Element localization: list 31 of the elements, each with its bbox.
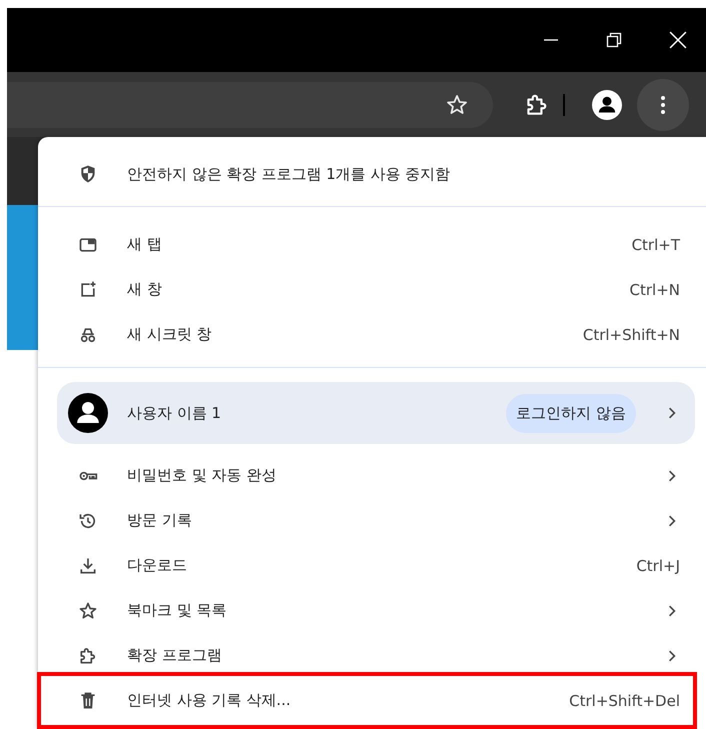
chevron-right-icon	[668, 514, 676, 528]
shortcut-label: Ctrl+Shift+N	[582, 326, 680, 344]
menu-item[interactable]: 방문 기록	[38, 498, 706, 543]
menu-icon	[660, 94, 666, 114]
shortcut-label: Ctrl+N	[630, 280, 680, 298]
star-icon	[78, 600, 98, 620]
shortcut-label: Ctrl+Shift+Del	[569, 692, 680, 710]
restore-icon[interactable]	[606, 32, 622, 48]
shortcut-label: Ctrl+T	[632, 236, 680, 254]
menu-item[interactable]: 새 시크릿 창 Ctrl+Shift+N	[38, 312, 706, 357]
menu-item[interactable]: 인터넷 사용 기록 삭제... Ctrl+Shift+Del	[37, 672, 697, 729]
sign-in-status-badge: 로그인하지 않음	[506, 394, 636, 432]
chevron-right-icon	[668, 468, 676, 482]
shortcut-label: Ctrl+J	[636, 556, 680, 574]
notice-menu-item[interactable]: 안전하지 않은 확장 프로그램 1개를 사용 중지함	[38, 152, 706, 196]
menu-item[interactable]: 다운로드 Ctrl+J	[38, 543, 706, 588]
chevron-right-icon	[668, 648, 676, 662]
menu-item[interactable]: 비밀번호 및 자동 완성	[38, 453, 706, 498]
avatar-icon	[68, 393, 108, 433]
profile-name: 사용자 이름 1	[127, 404, 222, 422]
chevron-right-icon	[668, 406, 676, 420]
menu-item[interactable]: 새 창 Ctrl+N	[38, 267, 706, 312]
close-icon[interactable]	[669, 31, 687, 49]
avatar-icon[interactable]	[592, 90, 622, 120]
chevron-right-icon	[668, 604, 676, 618]
star-icon[interactable]	[445, 92, 469, 116]
profile-menu-item[interactable]: 사용자 이름 1 로그인하지 않음	[57, 382, 695, 444]
puzzle-icon	[78, 646, 98, 666]
menu-item[interactable]: 북마크 및 목록	[38, 588, 706, 633]
download-icon	[78, 556, 98, 576]
menu-item[interactable]: 새 탭 Ctrl+T	[38, 222, 706, 267]
